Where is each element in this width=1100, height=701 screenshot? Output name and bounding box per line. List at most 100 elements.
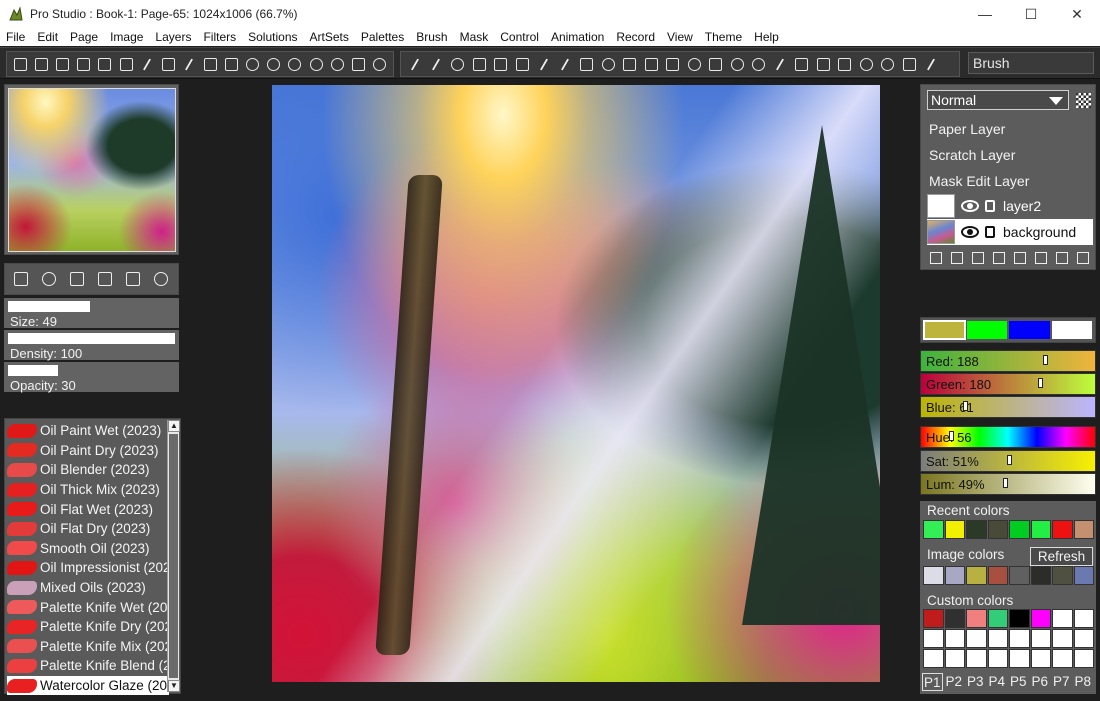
zoom-fit-icon[interactable] — [348, 53, 369, 75]
page-icon[interactable] — [73, 53, 94, 75]
brush-list-scrollbar[interactable]: ▲ ▼ — [167, 420, 180, 692]
mask-edit-layer-item[interactable]: Mask Edit Layer — [929, 173, 1029, 189]
warp-icon[interactable] — [705, 53, 727, 75]
menu-edit[interactable]: Edit — [31, 28, 64, 46]
size-slider[interactable]: Size: 49 — [4, 298, 179, 329]
brush-list-item[interactable]: Watercolor Glaze (2023) — [7, 675, 169, 696]
clone-icon[interactable] — [791, 53, 813, 75]
rotate-icon[interactable] — [877, 53, 899, 75]
brush-list-item[interactable]: Palette Knife Wet (2023) — [7, 597, 169, 617]
green-slider[interactable]: Green: 180 — [920, 373, 1096, 395]
liquify-icon[interactable] — [920, 53, 942, 75]
layer-properties-icon[interactable] — [1072, 249, 1093, 267]
zoom-in-icon[interactable] — [327, 53, 348, 75]
lock-icon[interactable] — [985, 200, 995, 212]
saturation-slider[interactable]: Sat: 51% — [920, 450, 1096, 472]
red-slider-thumb[interactable] — [1043, 355, 1048, 365]
recent-color-swatch[interactable] — [1052, 520, 1073, 539]
transparency-checker-icon[interactable] — [1076, 93, 1091, 108]
brush-list-item[interactable]: Oil Blender (2023) — [7, 460, 169, 480]
primary-color-swatch[interactable] — [923, 320, 966, 340]
custom-color-swatch[interactable] — [923, 629, 944, 648]
custom-color-swatch[interactable] — [966, 629, 987, 648]
texture-icon[interactable] — [684, 53, 706, 75]
eyedropper-icon[interactable] — [426, 53, 448, 75]
brush-list-item[interactable]: Oil Thick Mix (2023) — [7, 480, 169, 500]
custom-color-swatch[interactable] — [966, 609, 987, 628]
import-layer-icon[interactable] — [946, 249, 967, 267]
recent-color-swatch[interactable] — [1030, 520, 1051, 539]
rectangle-icon[interactable] — [576, 53, 598, 75]
redo-icon[interactable] — [306, 53, 327, 75]
eye-icon[interactable] — [961, 200, 979, 212]
eye-icon[interactable] — [961, 226, 979, 238]
menu-mask[interactable]: Mask — [454, 28, 495, 46]
brush-settings-gear-icon[interactable] — [150, 268, 173, 290]
menu-brush[interactable]: Brush — [410, 28, 453, 46]
custom-color-swatch[interactable] — [987, 609, 1008, 628]
stamp-icon[interactable] — [813, 53, 835, 75]
palette-tab[interactable]: P1 — [922, 673, 943, 691]
image-color-swatch[interactable] — [966, 566, 987, 585]
scratch-layer-item[interactable]: Scratch Layer — [929, 147, 1015, 163]
minimize-button[interactable]: — — [962, 0, 1008, 28]
custom-color-swatch[interactable] — [987, 649, 1008, 668]
image-color-swatch[interactable] — [1073, 566, 1094, 585]
cut-icon[interactable] — [179, 53, 200, 75]
lasso-icon[interactable] — [555, 53, 577, 75]
layer-row-layer2[interactable]: layer2 — [927, 193, 1093, 219]
opacity-slider[interactable]: Opacity: 30 — [4, 362, 179, 393]
custom-color-swatch[interactable] — [966, 649, 987, 668]
menu-image[interactable]: Image — [104, 28, 149, 46]
duplicate-layer-icon[interactable] — [967, 249, 988, 267]
close-button[interactable]: ✕ — [1054, 0, 1100, 28]
scroll-up-icon[interactable]: ▲ — [168, 420, 180, 432]
mosaic-icon[interactable] — [727, 53, 749, 75]
image-color-swatch[interactable] — [1009, 566, 1030, 585]
color-swatch-2[interactable] — [966, 321, 1007, 339]
palette-tab[interactable]: P3 — [965, 673, 986, 691]
menu-layers[interactable]: Layers — [149, 28, 197, 46]
line-icon[interactable] — [533, 53, 555, 75]
menu-animation[interactable]: Animation — [545, 28, 610, 46]
palette-tab[interactable]: P4 — [987, 673, 1008, 691]
crop-icon[interactable] — [490, 53, 512, 75]
copy-icon[interactable] — [200, 53, 221, 75]
hand-icon[interactable] — [856, 53, 878, 75]
layer-list-icon[interactable] — [1051, 249, 1072, 267]
palette-tab[interactable]: P5 — [1008, 673, 1029, 691]
brush-name-field[interactable]: Brush — [968, 52, 1094, 74]
custom-color-swatch[interactable] — [987, 629, 1008, 648]
shape-icon[interactable] — [619, 53, 641, 75]
image-color-swatch[interactable] — [1030, 566, 1051, 585]
brush-list-item[interactable]: Oil Flat Wet (2023) — [7, 499, 169, 519]
grid-icon[interactable] — [158, 53, 179, 75]
navigator-thumbnail[interactable] — [8, 88, 176, 252]
color-swatch-4[interactable] — [1051, 321, 1092, 339]
brush-list-item[interactable]: Oil Impressionist (2023) — [7, 558, 169, 578]
color-swatch-3[interactable] — [1009, 321, 1050, 339]
menu-theme[interactable]: Theme — [699, 28, 748, 46]
ellipse-icon[interactable] — [598, 53, 620, 75]
luminance-slider[interactable]: Lum: 49% — [920, 473, 1096, 495]
custom-color-swatch[interactable] — [944, 629, 965, 648]
palette-tab[interactable]: P2 — [944, 673, 965, 691]
paint-icon[interactable] — [242, 53, 263, 75]
custom-color-swatch[interactable] — [1052, 649, 1073, 668]
paper-layer-item[interactable]: Paper Layer — [929, 121, 1005, 137]
delete-layer-icon[interactable] — [988, 249, 1009, 267]
template-icon[interactable] — [116, 53, 137, 75]
lock-icon[interactable] — [985, 226, 995, 238]
layer-row-background[interactable]: background — [927, 219, 1093, 245]
save-icon[interactable] — [10, 53, 31, 75]
palette-tab[interactable]: P7 — [1051, 673, 1072, 691]
custom-color-swatch[interactable] — [1073, 629, 1094, 648]
red-slider[interactable]: Red: 188 — [920, 350, 1096, 372]
custom-color-swatch[interactable] — [1030, 649, 1051, 668]
menu-file[interactable]: File — [0, 28, 31, 46]
scroll-down-icon[interactable]: ▼ — [168, 680, 180, 692]
custom-color-swatch[interactable] — [1073, 609, 1094, 628]
brush-tool-icon[interactable] — [404, 53, 426, 75]
fill-icon[interactable] — [263, 53, 284, 75]
paste-icon[interactable] — [221, 53, 242, 75]
